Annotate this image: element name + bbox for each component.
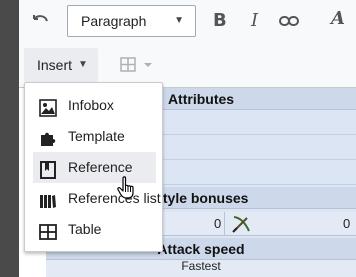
italic-button[interactable]: I [251,10,258,31]
bookmark-icon [39,159,57,179]
table-icon [120,57,152,72]
paragraph-format-select[interactable]: Paragraph ▼ [67,5,196,37]
menu-item-table[interactable]: Table [33,214,156,245]
left-gutter [0,0,19,277]
chevron-down-icon: ▼ [174,15,184,26]
menu-item-label: Infobox [68,97,114,113]
link-button[interactable] [279,12,299,30]
table-tool-button[interactable] [120,57,156,73]
style-bonus-value: 0 [343,216,351,231]
menu-item-label: References list [68,190,161,206]
insert-label: Insert [37,57,73,73]
table-icon [39,221,57,240]
undo-icon [33,15,48,22]
attack-speed-value: Fastest [46,260,356,277]
menu-item-template[interactable]: Template [33,121,156,152]
chevron-down-icon: ▼ [78,59,88,70]
menu-item-reference[interactable]: Reference [33,152,156,183]
puzzle-icon [39,128,57,146]
paragraph-format-label: Paragraph [81,13,147,29]
crossbow-icon [231,214,253,239]
undo-button[interactable] [30,10,52,32]
text-style-button[interactable]: A [331,8,345,29]
references-icon [39,190,57,208]
style-bonus-value: 0 [214,216,222,231]
menu-item-references-list[interactable]: References list [33,183,161,214]
menu-item-label: Template [68,128,125,144]
infobox-icon [39,97,57,117]
bold-button[interactable]: B [213,10,227,31]
link-icon [279,16,299,26]
menu-item-infobox[interactable]: Infobox [33,90,156,121]
hand-cursor-icon [117,176,137,200]
cell-divider [224,212,225,236]
insert-dropdown-menu: Infobox Template Reference References li… [24,82,163,252]
menu-item-label: Table [68,221,102,237]
insert-menu-button[interactable]: Insert ▼ [24,48,98,82]
